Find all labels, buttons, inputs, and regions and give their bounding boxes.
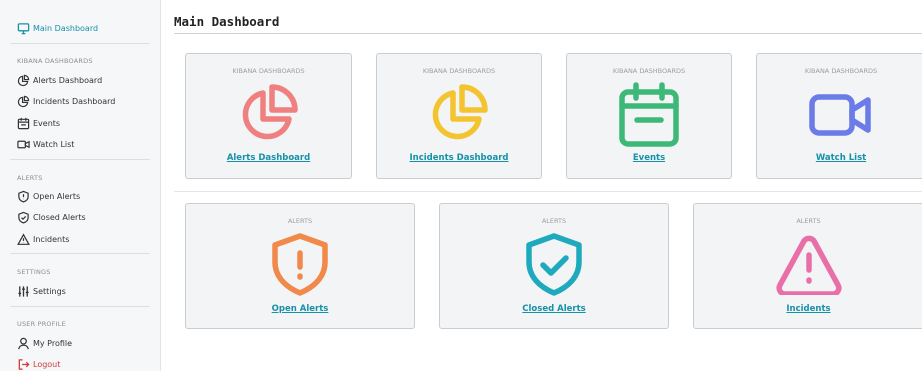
monitor-icon	[17, 22, 30, 35]
card-alerts-dashboard[interactable]: KIBANA DASHBOARDS Alerts Dashboard	[185, 53, 352, 179]
sidebar-item-alerts-dashboard[interactable]: Alerts Dashboard	[17, 72, 102, 88]
sidebar-item-closed-alerts[interactable]: Closed Alerts	[17, 209, 86, 225]
sidebar-item-label: Incidents Dashboard	[33, 96, 116, 106]
card-open-alerts[interactable]: ALERTS Open Alerts	[185, 203, 415, 329]
shield-check-icon	[17, 211, 30, 224]
sidebar-item-my-profile[interactable]: My Profile	[17, 335, 72, 351]
shield-alert-icon	[17, 190, 30, 203]
title-divider	[174, 33, 922, 34]
pie-chart-icon	[17, 95, 30, 108]
card-category: ALERTS	[796, 217, 821, 225]
row-divider	[174, 191, 922, 192]
sidebar-item-label: My Profile	[33, 338, 73, 348]
calendar-icon	[17, 117, 30, 130]
card-watch-list[interactable]: KIBANA DASHBOARDS Watch List	[756, 53, 922, 179]
sliders-icon	[17, 285, 30, 298]
sidebar-item-logout[interactable]: Logout	[17, 356, 60, 371]
card-closed-alerts[interactable]: ALERTS Closed Alerts	[439, 203, 669, 329]
pie-chart-icon	[235, 81, 303, 149]
sidebar-item-watch-list[interactable]: Watch List	[17, 136, 74, 152]
pie-chart-icon	[17, 74, 30, 87]
sidebar-item-label: Closed Alerts	[33, 212, 86, 222]
section-title-kibana: KIBANA DASHBOARDS	[17, 57, 93, 65]
calendar-icon	[615, 81, 683, 149]
sidebar: Main Dashboard KIBANA DASHBOARDS Alerts …	[0, 0, 161, 371]
card-link[interactable]: Open Alerts	[186, 304, 414, 314]
video-camera-icon	[17, 138, 30, 151]
card-link[interactable]: Incidents	[694, 304, 922, 314]
section-title-alerts: ALERTS	[17, 174, 43, 182]
card-category: KIBANA DASHBOARDS	[422, 67, 496, 75]
sidebar-item-events[interactable]: Events	[17, 115, 60, 131]
section-title-user-profile: USER PROFILE	[17, 320, 66, 328]
card-incidents[interactable]: ALERTS Incidents	[693, 203, 922, 329]
card-events[interactable]: KIBANA DASHBOARDS Events	[566, 53, 732, 179]
sidebar-item-label: Incidents	[33, 234, 70, 244]
card-category: KIBANA DASHBOARDS	[804, 67, 878, 75]
user-icon	[17, 337, 30, 350]
card-link[interactable]: Closed Alerts	[440, 304, 668, 314]
sidebar-item-label: Settings	[33, 286, 66, 296]
sidebar-divider	[10, 306, 150, 307]
warning-triangle-icon	[775, 233, 842, 295]
sidebar-item-incidents[interactable]: Incidents	[17, 231, 69, 247]
card-link[interactable]: Incidents Dashboard	[377, 153, 541, 163]
sidebar-item-label: Logout	[33, 359, 61, 369]
card-link[interactable]: Watch List	[757, 153, 922, 163]
sidebar-divider	[10, 253, 150, 254]
card-link[interactable]: Alerts Dashboard	[186, 153, 351, 163]
card-category: ALERTS	[287, 217, 313, 225]
card-category: KIBANA DASHBOARDS	[232, 67, 305, 75]
sidebar-item-label: Open Alerts	[33, 191, 81, 201]
video-camera-icon	[807, 84, 875, 146]
sidebar-item-label: Main Dashboard	[33, 23, 99, 33]
shield-check-icon	[520, 231, 588, 299]
card-category: KIBANA DASHBOARDS	[612, 67, 686, 75]
shield-alert-icon	[266, 231, 334, 299]
card-link[interactable]: Events	[567, 153, 731, 163]
sidebar-item-label: Watch List	[33, 139, 75, 149]
pie-chart-icon	[425, 81, 493, 149]
sidebar-item-settings[interactable]: Settings	[17, 283, 66, 299]
card-incidents-dashboard[interactable]: KIBANA DASHBOARDS Incidents Dashboard	[376, 53, 542, 179]
sidebar-item-incidents-dashboard[interactable]: Incidents Dashboard	[17, 93, 115, 109]
section-title-settings: SETTINGS	[17, 268, 51, 276]
sidebar-divider	[10, 43, 150, 44]
sidebar-item-label: Events	[33, 118, 61, 128]
warning-triangle-icon	[17, 232, 30, 246]
logout-icon	[17, 358, 30, 371]
sidebar-item-label: Alerts Dashboard	[33, 75, 103, 85]
card-category: ALERTS	[541, 217, 567, 225]
sidebar-divider	[10, 159, 150, 160]
sidebar-item-main-dashboard[interactable]: Main Dashboard	[17, 20, 98, 36]
sidebar-item-open-alerts[interactable]: Open Alerts	[17, 188, 80, 204]
page-title: Main Dashboard	[174, 14, 280, 29]
